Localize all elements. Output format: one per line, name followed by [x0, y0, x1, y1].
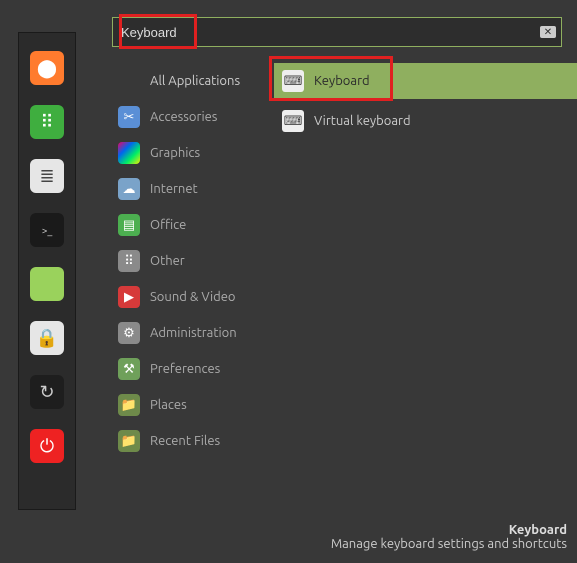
category-label: Places [150, 398, 187, 412]
category-office[interactable]: ▤ Office [112, 207, 274, 243]
category-label: Recent Files [150, 434, 220, 448]
category-label: Office [150, 218, 186, 232]
desc-title: Keyboard [331, 523, 567, 537]
accessories-icon: ✂ [118, 106, 140, 128]
dock-panel: ⬤ ⠿ ≣ >_ 🔒 ↻ ⏻ [18, 32, 76, 510]
places-icon: 📁 [118, 394, 140, 416]
recent-icon: 📁 [118, 430, 140, 452]
category-prefs[interactable]: ⚒ Preferences [112, 351, 274, 387]
dock-item-lock[interactable]: 🔒 [30, 321, 64, 355]
category-other[interactable]: ⠿ Other [112, 243, 274, 279]
category-label: All Applications [150, 74, 240, 88]
mint-menu: ✕ All Applications ✂ Accessories Graphics ☁ I… [112, 17, 577, 507]
dock-item-apps[interactable]: ⠿ [30, 105, 64, 139]
category-label: Internet [150, 182, 198, 196]
clear-search-icon[interactable]: ✕ [540, 26, 556, 38]
category-label: Administration [150, 326, 237, 340]
keyboard-icon: ⌨ [282, 70, 304, 92]
result-label: Keyboard [314, 74, 370, 88]
category-label: Accessories [150, 110, 217, 124]
category-internet[interactable]: ☁ Internet [112, 171, 274, 207]
category-list: All Applications ✂ Accessories Graphics ☁ Int… [112, 63, 274, 459]
category-graphics[interactable]: Graphics [112, 135, 274, 171]
other-icon: ⠿ [118, 250, 140, 272]
menu-columns: All Applications ✂ Accessories Graphics ☁ Int… [112, 63, 577, 459]
app-description: Keyboard Manage keyboard settings and sh… [331, 523, 567, 551]
admin-icon: ⚙ [118, 322, 140, 344]
desc-subtitle: Manage keyboard settings and shortcuts [331, 537, 567, 551]
result-virtual-keyboard[interactable]: ⌨ Virtual keyboard [274, 103, 577, 139]
prefs-icon: ⚒ [118, 358, 140, 380]
dock-item-logout[interactable]: ↻ [30, 375, 64, 409]
graphics-icon [118, 142, 140, 164]
result-keyboard[interactable]: ⌨ Keyboard [274, 63, 577, 99]
dock-item-power[interactable]: ⏻ [30, 429, 64, 463]
internet-icon: ☁ [118, 178, 140, 200]
category-accessories[interactable]: ✂ Accessories [112, 99, 274, 135]
category-label: Other [150, 254, 185, 268]
keyboard-icon: ⌨ [282, 110, 304, 132]
category-label: Sound & Video [150, 290, 236, 304]
search-container: ✕ [112, 17, 562, 47]
sound-icon: ▶ [118, 286, 140, 308]
dock-item-files[interactable] [30, 267, 64, 301]
office-icon: ▤ [118, 214, 140, 236]
all-icon [118, 70, 140, 92]
category-label: Graphics [150, 146, 200, 160]
category-places[interactable]: 📁 Places [112, 387, 274, 423]
result-label: Virtual keyboard [314, 114, 411, 128]
search-input[interactable] [112, 17, 562, 47]
category-all[interactable]: All Applications [112, 63, 274, 99]
search-results: ⌨ Keyboard ⌨ Virtual keyboard [274, 63, 577, 459]
dock-item-terminal[interactable]: >_ [30, 213, 64, 247]
category-label: Preferences [150, 362, 220, 376]
category-sound[interactable]: ▶ Sound & Video [112, 279, 274, 315]
category-admin[interactable]: ⚙ Administration [112, 315, 274, 351]
dock-item-settings[interactable]: ≣ [30, 159, 64, 193]
category-recent[interactable]: 📁 Recent Files [112, 423, 274, 459]
dock-item-firefox[interactable]: ⬤ [30, 51, 64, 85]
